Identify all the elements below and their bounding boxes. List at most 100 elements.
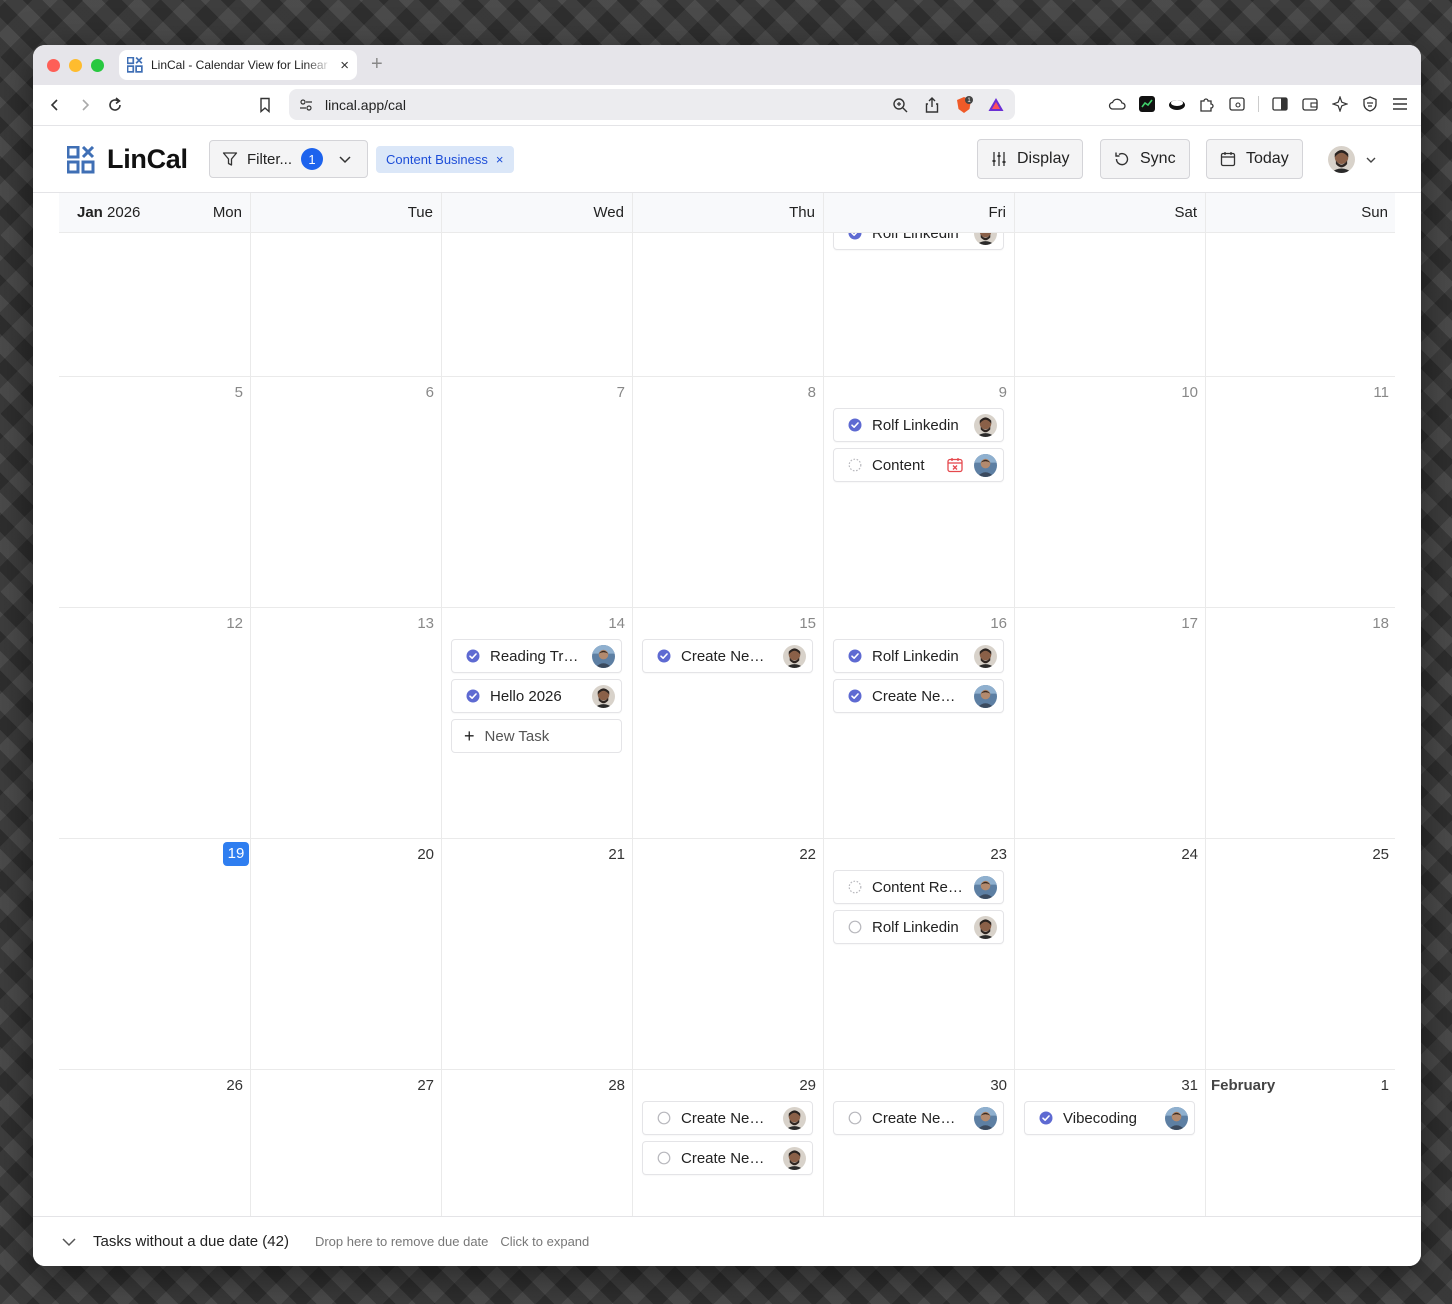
day-cell[interactable]: 25 [1205, 839, 1396, 1069]
task-card[interactable]: Content [833, 448, 1004, 482]
reload-button[interactable] [105, 95, 125, 115]
day-cell[interactable]: 20 [250, 839, 441, 1069]
task-card[interactable]: Create Newsletter [642, 639, 813, 673]
sync-button[interactable]: Sync [1100, 139, 1190, 179]
status-todo-icon[interactable] [657, 1151, 671, 1165]
day-cell[interactable] [441, 233, 632, 376]
day-cell[interactable]: 16 Rolf Linkedin Create Newsletter [823, 608, 1014, 838]
status-in-progress-icon[interactable] [848, 880, 862, 894]
day-cell[interactable]: 21 [441, 839, 632, 1069]
forward-button[interactable] [75, 95, 95, 115]
day-cell[interactable]: 8 [632, 377, 823, 607]
remove-filter-icon[interactable]: × [496, 152, 504, 167]
day-cell[interactable]: 17 [1014, 608, 1205, 838]
address-bar[interactable]: lincal.app/cal 1 [289, 89, 1015, 120]
day-cell[interactable]: 6 [250, 377, 441, 607]
task-card[interactable]: Content Review [833, 870, 1004, 904]
status-done-icon[interactable] [1039, 1111, 1053, 1125]
day-cell[interactable]: 11 [1205, 377, 1396, 607]
day-cell[interactable]: 9 Rolf Linkedin Content [823, 377, 1014, 607]
new-tab-button[interactable]: + [371, 53, 383, 75]
day-cell[interactable] [1014, 233, 1205, 376]
day-cell[interactable]: 5 [59, 377, 250, 607]
task-card[interactable]: Create Newsletter [833, 679, 1004, 713]
status-done-icon[interactable] [466, 689, 480, 703]
leo-ai-icon[interactable] [1331, 95, 1349, 113]
back-button[interactable] [45, 95, 65, 115]
status-done-icon[interactable] [466, 649, 480, 663]
sidebar-toggle-icon[interactable] [1271, 95, 1289, 113]
task-card[interactable]: Create Newsletter [642, 1101, 813, 1135]
menu-hamburger-icon[interactable] [1391, 95, 1409, 113]
status-done-icon[interactable] [848, 233, 862, 240]
user-menu[interactable] [1328, 146, 1377, 173]
maximize-window-button[interactable] [91, 59, 104, 72]
window-controls [47, 59, 104, 72]
active-filter-chip[interactable]: Content Business × [376, 146, 514, 173]
day-cell-today[interactable]: 19 [59, 839, 250, 1069]
chart-extension-icon[interactable] [1138, 95, 1156, 113]
day-cell[interactable]: 7 [441, 377, 632, 607]
day-cell[interactable] [59, 233, 250, 376]
wallet-icon[interactable] [1301, 95, 1319, 113]
browser-tab-active[interactable]: LinCal - Calendar View for Linear × [119, 50, 357, 80]
task-card[interactable]: Vibecoding [1024, 1101, 1195, 1135]
site-settings-icon[interactable] [299, 98, 313, 112]
url-text[interactable]: lincal.app/cal [325, 97, 879, 113]
status-done-icon[interactable] [657, 649, 671, 663]
status-todo-icon[interactable] [848, 920, 862, 934]
close-tab-icon[interactable]: × [340, 57, 349, 74]
extensions-puzzle-icon[interactable] [1198, 95, 1216, 113]
day-cell[interactable] [632, 233, 823, 376]
no-due-date-drawer[interactable]: Tasks without a due date (42) Drop here … [33, 1216, 1421, 1266]
coin-extension-icon[interactable] [1168, 95, 1186, 113]
day-cell[interactable] [1205, 233, 1395, 376]
task-card[interactable]: Reading Tracker [451, 639, 622, 673]
status-done-icon[interactable] [848, 649, 862, 663]
day-cell[interactable]: 14 Reading Tracker Hello 2026 + New [441, 608, 632, 838]
day-cell[interactable]: Rolf Linkedin [823, 233, 1014, 376]
bookmark-button[interactable] [255, 95, 275, 115]
lincal-logo-icon [67, 146, 95, 174]
day-cell[interactable]: 18 [1205, 608, 1396, 838]
status-done-icon[interactable] [848, 418, 862, 432]
share-icon[interactable] [923, 96, 941, 114]
today-button[interactable]: Today [1206, 139, 1303, 179]
day-cell[interactable]: 22 [632, 839, 823, 1069]
status-todo-icon[interactable] [657, 1111, 671, 1125]
task-card[interactable]: Hello 2026 [451, 679, 622, 713]
day-cell[interactable]: 13 [250, 608, 441, 838]
task-card[interactable]: Rolf Linkedin [833, 910, 1004, 944]
task-card[interactable]: Rolf Linkedin [833, 233, 1004, 250]
assignee-avatar [974, 454, 997, 477]
day-cell[interactable] [250, 233, 441, 376]
task-card[interactable]: Create Newsletter [833, 1101, 1004, 1135]
day-cell[interactable]: 15 Create Newsletter [632, 608, 823, 838]
chevron-down-icon[interactable] [61, 1234, 77, 1250]
cloud-icon[interactable] [1108, 95, 1126, 113]
status-in-progress-icon[interactable] [848, 458, 862, 472]
display-button[interactable]: Display [977, 139, 1084, 179]
task-card[interactable]: Rolf Linkedin [833, 408, 1004, 442]
day-cell[interactable]: 24 [1014, 839, 1205, 1069]
reader-mode-icon[interactable] [1228, 95, 1246, 113]
brave-shield-icon[interactable]: 1 [955, 95, 973, 114]
vpn-shield-icon[interactable] [1361, 95, 1379, 113]
close-window-button[interactable] [47, 59, 60, 72]
assignee-avatar [592, 685, 615, 708]
day-cell[interactable]: 10 [1014, 377, 1205, 607]
status-done-icon[interactable] [848, 689, 862, 703]
plus-icon: + [464, 725, 475, 746]
day-cell[interactable]: 12 [59, 608, 250, 838]
task-card[interactable]: Create Newsletter [642, 1141, 813, 1175]
lincal-logo[interactable]: LinCal [67, 144, 188, 175]
minimize-window-button[interactable] [69, 59, 82, 72]
brave-rewards-icon[interactable] [987, 96, 1005, 114]
task-card[interactable]: Rolf Linkedin [833, 639, 1004, 673]
filter-button[interactable]: Filter... 1 [209, 140, 368, 178]
expand-hint[interactable]: Click to expand [500, 1234, 589, 1249]
day-cell[interactable]: 23 Content Review Rolf Linkedin [823, 839, 1014, 1069]
zoom-icon[interactable] [891, 96, 909, 114]
status-todo-icon[interactable] [848, 1111, 862, 1125]
new-task-button[interactable]: + New Task [451, 719, 622, 753]
